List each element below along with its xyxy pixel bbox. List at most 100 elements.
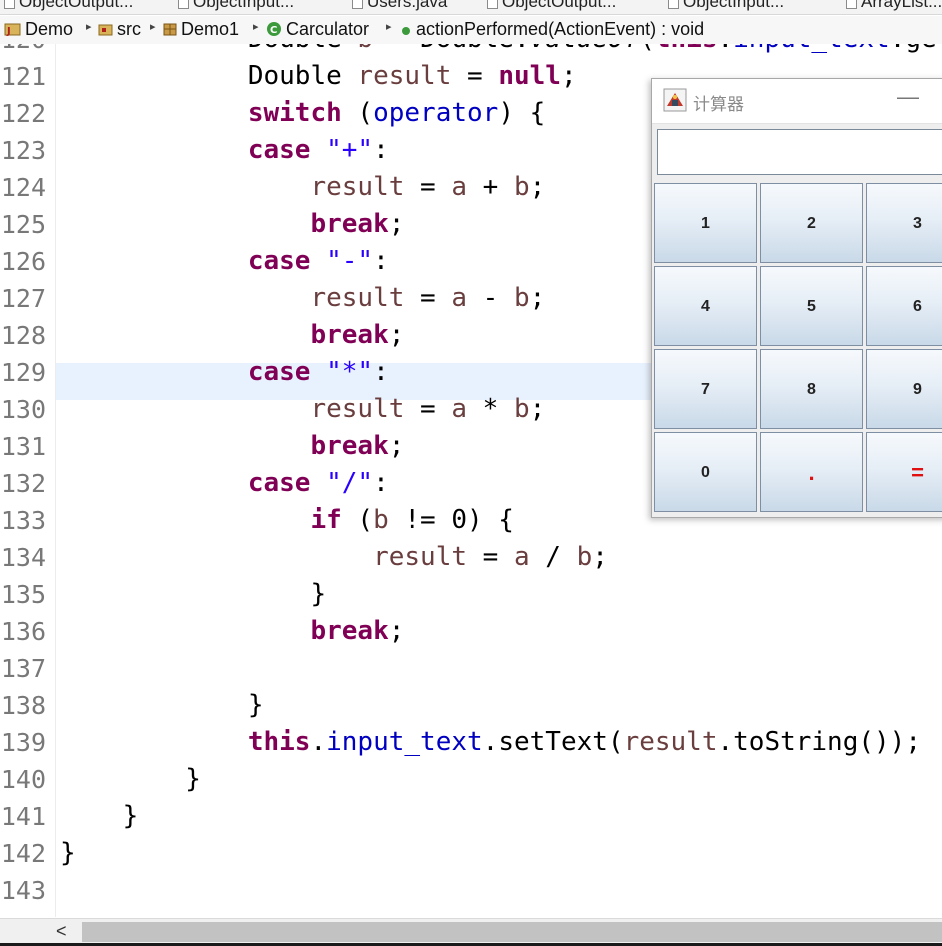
java-file-icon — [846, 0, 857, 10]
java-file-icon — [668, 0, 679, 10]
code-token: = — [467, 542, 514, 572]
breadcrumb: J Demo ▸ src ▸ Demo1 ▸ C Carculator ▸ acti… — [0, 16, 942, 45]
code-token: } — [60, 764, 201, 794]
calculator-title: 计算器 — [693, 95, 744, 114]
code-token: . — [310, 727, 327, 757]
code-line: case "-": — [60, 243, 389, 280]
editor-tab[interactable]: Users.java — [352, 0, 447, 12]
code-token: . — [717, 44, 733, 54]
code-token: b — [513, 283, 530, 313]
code-token: break — [310, 431, 389, 461]
code-line: switch (operator) { — [60, 95, 545, 132]
chevron-right-icon: ▸ — [150, 21, 156, 33]
breadcrumb-project[interactable]: J Demo — [4, 19, 73, 40]
editor-tab[interactable]: ObjectOutput... — [487, 0, 616, 12]
code-token: = — [451, 61, 499, 91]
code-token: ; — [529, 394, 546, 424]
key-0-button[interactable]: 0 — [654, 432, 757, 512]
code-token: : — [373, 468, 389, 498]
line-number: 132 — [0, 469, 46, 498]
code-line: } — [60, 687, 264, 724]
key-7-button[interactable]: 7 — [654, 349, 757, 429]
scrollbar-thumb[interactable] — [82, 922, 942, 942]
line-number: 127 — [0, 284, 46, 313]
java-project-icon: J — [4, 23, 21, 37]
code-token: operator — [373, 98, 499, 128]
line-number: 142 — [0, 839, 46, 868]
key-9-button[interactable]: 9 — [866, 349, 942, 429]
code-token: case — [247, 468, 311, 498]
calculator-title-bar[interactable]: 计算器 — — [652, 79, 942, 124]
code-token: this — [655, 44, 718, 54]
breadcrumb-project-label: Demo — [25, 19, 74, 39]
breadcrumb-folder[interactable]: src — [98, 19, 141, 40]
code-token: a — [451, 283, 467, 313]
key-1-button[interactable]: 1 — [654, 183, 757, 263]
public-method-icon — [402, 27, 410, 35]
line-number: 129 — [0, 358, 46, 387]
breadcrumb-class[interactable]: C Carculator — [266, 19, 369, 40]
code-line: result = a + b; — [60, 169, 545, 206]
code-token: ; — [388, 320, 405, 350]
editor-tab-strip: ObjectOutput... ObjectInput... Users.jav… — [0, 0, 942, 15]
calculator-display-input[interactable] — [657, 129, 942, 175]
code-token: Double — [60, 61, 358, 91]
code-token: result — [357, 61, 452, 91]
line-number: 138 — [0, 691, 46, 720]
code-token: valueOf — [530, 44, 640, 54]
code-line: case "/": — [60, 465, 389, 502]
key-decimal-button[interactable]: . — [760, 432, 863, 512]
horizontal-scrollbar[interactable]: < — [0, 918, 942, 946]
code-token: ; — [388, 209, 405, 239]
scroll-left-arrow-icon[interactable]: < — [56, 921, 67, 942]
key-2-button[interactable]: 2 — [760, 183, 863, 263]
code-token: = — [404, 283, 452, 313]
code-token: : — [373, 357, 389, 387]
key-8-button[interactable]: 8 — [760, 349, 863, 429]
code-token: input_text — [733, 44, 890, 54]
calculator-window: 计算器 — 1 2 3 4 5 6 7 8 9 0 . = — [651, 78, 942, 518]
key-5-button[interactable]: 5 — [760, 266, 863, 346]
code-line: break; — [60, 428, 404, 465]
code-token: this — [247, 727, 311, 757]
code-token: + — [467, 172, 514, 202]
editor-tab[interactable]: ArrayList... — [846, 0, 942, 12]
editor-tab[interactable]: ObjectOutput... — [4, 0, 133, 12]
code-token: } — [60, 801, 139, 831]
code-token: = — [404, 394, 452, 424]
breadcrumb-folder-label: src — [117, 19, 141, 39]
editor-tab[interactable]: ObjectInput... — [178, 0, 294, 12]
code-token: = — [404, 172, 452, 202]
code-token: result — [310, 283, 405, 313]
class-icon: C — [267, 22, 281, 36]
code-token: ; — [529, 283, 546, 313]
key-4-button[interactable]: 4 — [654, 266, 757, 346]
code-token: b — [357, 44, 373, 54]
breadcrumb-package[interactable]: Demo1 — [162, 19, 239, 40]
code-token: result — [373, 542, 467, 572]
svg-text:C: C — [270, 25, 277, 36]
key-equals-button[interactable]: = — [866, 432, 942, 512]
code-token: case — [247, 357, 311, 387]
line-number: 137 — [0, 654, 46, 683]
code-token: * — [467, 394, 514, 424]
minimize-icon[interactable]: — — [897, 84, 919, 110]
editor-tab[interactable]: ObjectInput... — [668, 0, 784, 12]
code-token: null — [498, 61, 561, 91]
tab-label: ArrayList... — [861, 0, 942, 11]
breadcrumb-method[interactable]: actionPerformed(ActionEvent) : void — [399, 19, 704, 40]
line-number: 122 — [0, 99, 46, 128]
key-3-button[interactable]: 3 — [866, 183, 942, 263]
code-token: .setText( — [482, 727, 624, 757]
line-number: 121 — [0, 62, 46, 91]
code-token: switch — [247, 98, 342, 128]
breadcrumb-class-label: Carculator — [286, 19, 370, 39]
line-number: 130 — [0, 395, 46, 424]
code-token: ; — [388, 431, 405, 461]
key-6-button[interactable]: 6 — [866, 266, 942, 346]
